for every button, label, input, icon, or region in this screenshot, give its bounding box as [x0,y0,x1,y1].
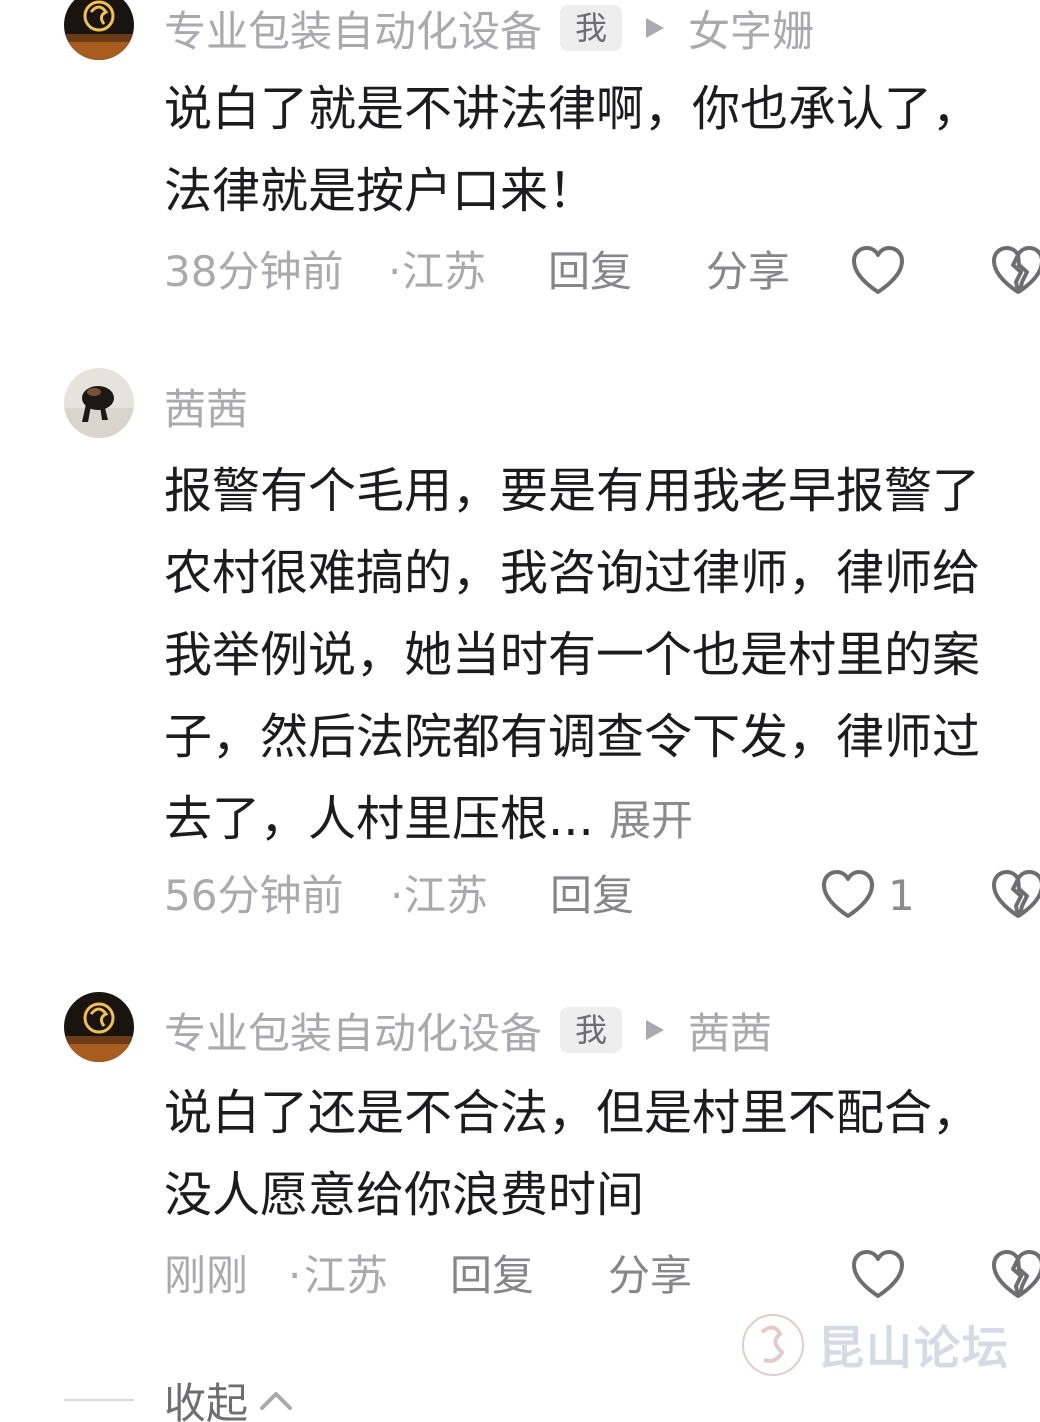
chevron-up-icon [260,1392,293,1410]
avatar-commenter[interactable] [64,0,134,60]
comment-location: 江苏 [402,247,487,296]
comment-line: 说白了就是不讲法律啊，你也承认了， [164,81,981,137]
heart-icon[interactable] [850,242,906,302]
comment-line: 我举例说，她当时有一个也是村里的案 [164,627,981,683]
separator-dot: · [390,871,404,920]
heart-icon[interactable] [850,1246,906,1306]
me-badge: 我 [560,5,623,51]
comment-time: 38分钟前 [164,247,344,296]
broken-heart-icon[interactable] [990,1246,1040,1306]
comment-time: 刚刚 [164,1251,249,1300]
separator-dot: · [288,1251,302,1300]
comment-thread: 专业包装自动化设备 我 女字姗 说白了就是不讲法律啊，你也承认了， 法律就是按户… [0,0,1040,1422]
watermark-text: 昆山论坛 [818,1321,1010,1375]
separator-dot: · [388,247,402,296]
reply-button[interactable]: 回复 [548,242,632,302]
reply-button[interactable]: 回复 [550,866,634,926]
comment-header: 专业包装自动化设备 我 女字姗 [164,0,814,56]
reply-to-name[interactable]: 茜茜 [688,1000,772,1061]
collapse-label: 收起 [164,1378,249,1422]
avatar-image [64,368,134,438]
avatar-commenter[interactable] [64,992,134,1062]
comment-line-last: 去了，人村里压根... 展开 [164,778,1040,860]
comment-time: 56分钟前 [164,871,344,920]
triangle-right-icon [646,18,665,38]
author-name[interactable]: 专业包装自动化设备 [164,1000,542,1061]
share-button[interactable]: 分享 [608,1246,692,1306]
author-name[interactable]: 专业包装自动化设备 [164,0,542,59]
comment-line: 没人愿意给你浪费时间 [164,1167,645,1223]
me-badge: 我 [560,1007,623,1053]
reply-button[interactable]: 回复 [450,1246,534,1306]
comment-line: 农村很难搞的，我咨询过律师，律师给 [164,545,981,601]
comment-meta: 38分钟前 · 江苏 回复 分享 [164,242,1040,302]
broken-heart-icon[interactable] [990,242,1040,302]
expand-button[interactable]: 展开 [609,796,693,845]
forum-logo-icon [742,1314,804,1376]
comment-body[interactable]: 说白了就是不讲法律啊，你也承认了， 法律就是按户口来！ [164,68,1040,232]
comment-header: 茜茜 [164,378,248,434]
comment-body[interactable]: 说白了还是不合法，但是村里不配合， 没人愿意给你浪费时间 [164,1072,1040,1236]
comment-line: 子，然后法院都有调查令下发，律师过 [164,709,981,765]
like-count: 1 [888,871,915,920]
forum-watermark: 昆山论坛 [740,1312,1010,1378]
heart-icon[interactable] [820,866,876,926]
comment-meta: 刚刚 · 江苏 回复 分享 [164,1246,1040,1306]
avatar-image [64,0,134,60]
author-name[interactable]: 茜茜 [164,376,248,437]
comment-header: 专业包装自动化设备 我 茜茜 [164,1002,772,1058]
reply-to-name[interactable]: 女字姗 [688,0,814,59]
comment-location: 江苏 [304,1251,389,1300]
triangle-right-icon [646,1020,665,1040]
collapse-divider [64,1399,134,1401]
comment-body[interactable]: 报警有个毛用，要是有用我老早报警了 农村很难搞的，我咨询过律师，律师给 我举例说… [164,450,1040,860]
avatar-image [64,992,134,1062]
comment-line: 法律就是按户口来！ [164,163,597,219]
collapse-replies-button[interactable]: 收起 [64,1372,294,1422]
comment-line: 去了，人村里压根... [164,791,594,847]
comment-location: 江苏 [404,871,489,920]
comment-meta: 56分钟前 · 江苏 回复 1 [164,866,1040,926]
comment-line: 说白了还是不合法，但是村里不配合， [164,1085,981,1141]
avatar-commenter[interactable] [64,368,134,438]
comment-line: 报警有个毛用，要是有用我老早报警了 [164,463,981,519]
broken-heart-icon[interactable] [990,866,1040,926]
share-button[interactable]: 分享 [706,242,790,302]
